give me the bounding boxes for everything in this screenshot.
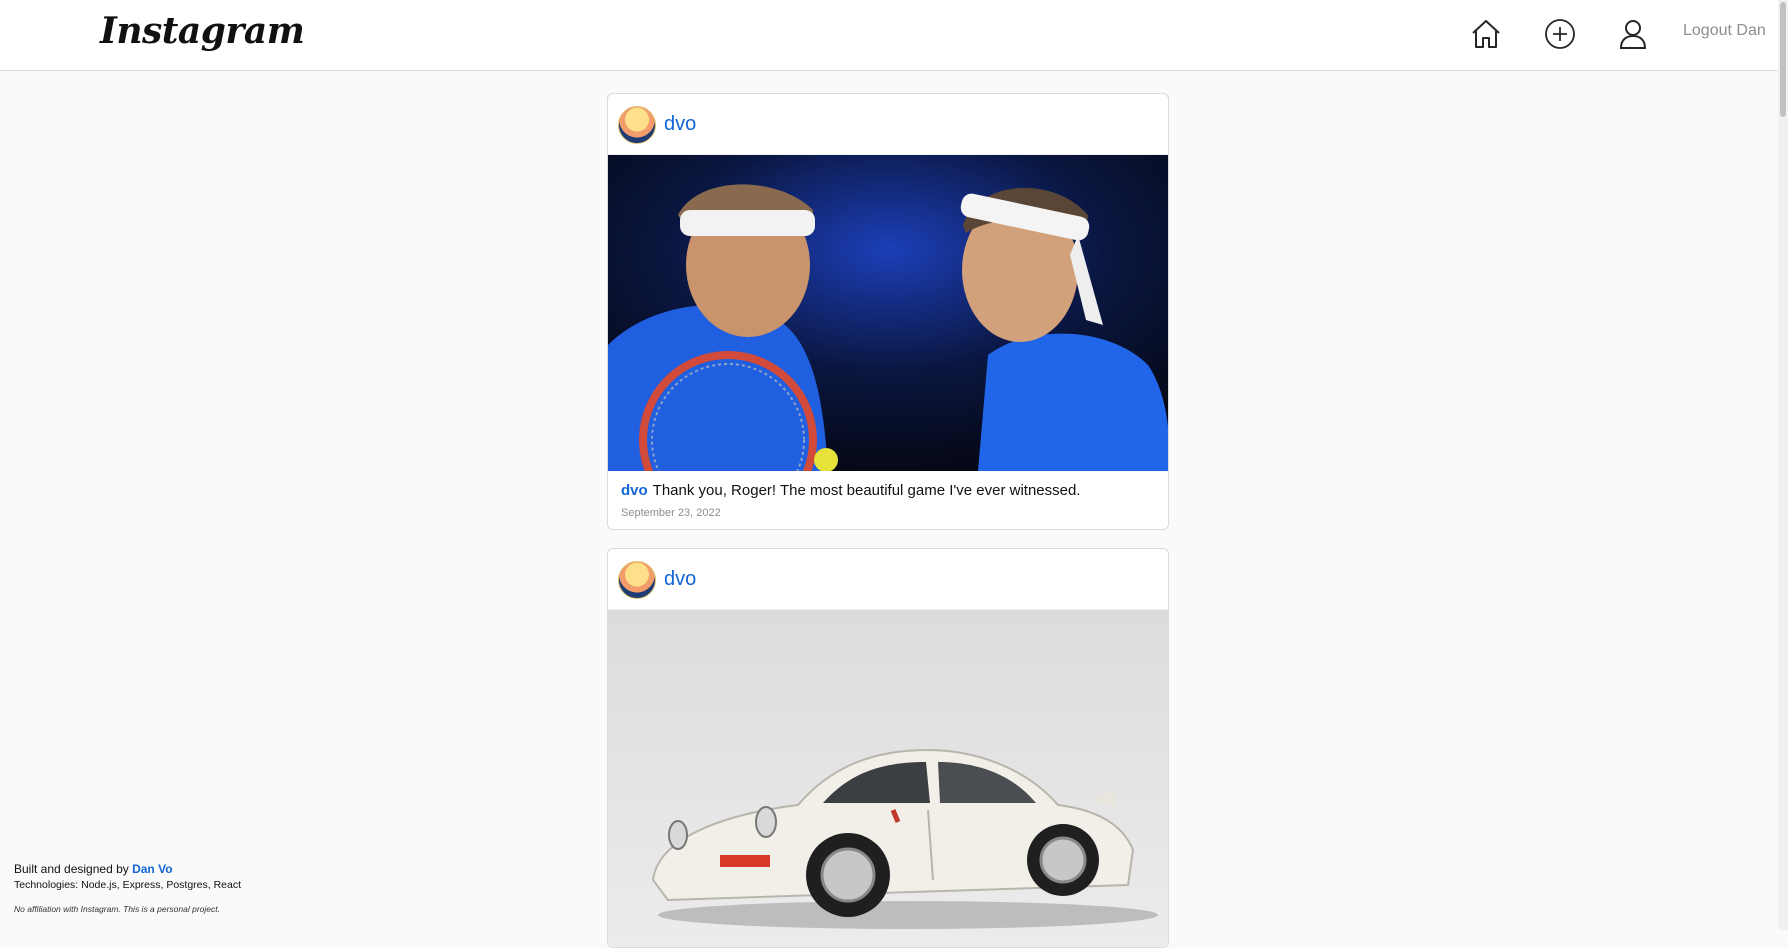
post-username[interactable]: dvo: [664, 113, 696, 136]
tennis-players-image: [608, 155, 1168, 471]
caption-text: Thank you, Roger! The most beautiful gam…: [652, 482, 1081, 499]
caption-username[interactable]: dvo: [621, 482, 648, 499]
user-icon[interactable]: [1613, 14, 1653, 54]
post-photo: [608, 155, 1168, 471]
post-card: dvo: [607, 93, 1169, 530]
page-scrollbar[interactable]: [1778, 0, 1788, 930]
technologies-text: Technologies: Node.js, Express, Postgres…: [14, 879, 242, 891]
post-photo: [608, 610, 1168, 947]
scrollbar-thumb[interactable]: [1780, 2, 1786, 117]
post-header: dvo: [608, 549, 1168, 610]
white-sports-car-image: [608, 610, 1168, 947]
instagram-logo[interactable]: Instagram: [100, 10, 305, 52]
plus-circle-icon[interactable]: [1540, 14, 1580, 54]
avatar[interactable]: [618, 106, 656, 144]
post-header: dvo: [608, 94, 1168, 155]
site-footer: Built and designed by Dan Vo Technologie…: [14, 862, 241, 914]
post-date: September 23, 2022: [621, 507, 721, 519]
built-by-text: Built and designed by: [14, 862, 129, 876]
credits-line: Built and designed by Dan Vo: [14, 862, 241, 876]
post-username[interactable]: dvo: [664, 568, 696, 591]
post-card: dvo: [607, 548, 1169, 948]
home-icon[interactable]: [1466, 14, 1506, 54]
top-navigation-bar: Instagram Logout Dan: [0, 0, 1778, 71]
author-link[interactable]: Dan Vo: [132, 862, 172, 876]
post-caption: dvo Thank you, Roger! The most beautiful …: [608, 471, 1168, 499]
avatar[interactable]: [618, 561, 656, 599]
disclaimer-text: No affiliation with Instagram. This is a…: [14, 904, 220, 914]
logout-button[interactable]: Logout Dan: [1683, 22, 1766, 40]
